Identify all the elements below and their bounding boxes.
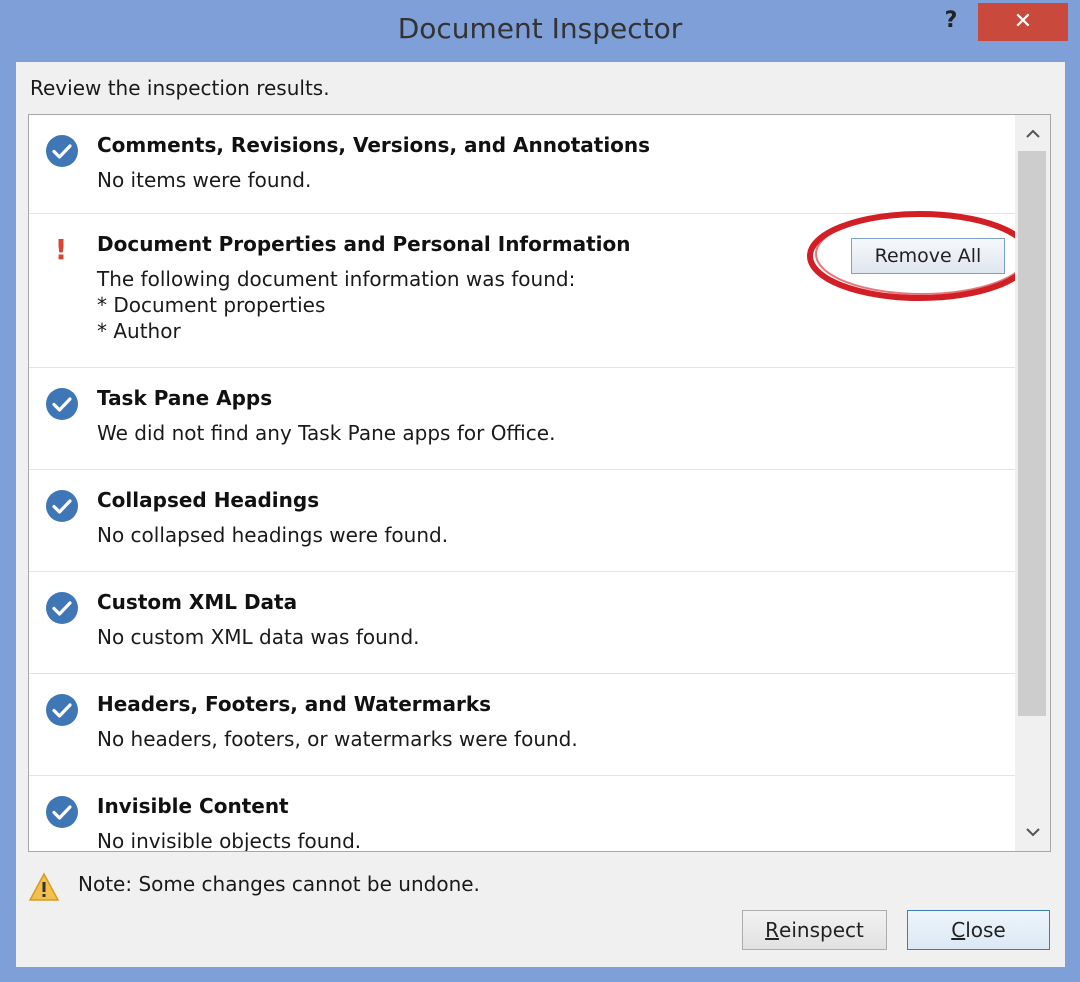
result-row: Invisible Content No invisible objects f… (29, 776, 1015, 852)
check-icon (46, 135, 78, 167)
detail-line: We did not find any Task Pane apps for O… (97, 421, 556, 445)
result-heading: Collapsed Headings (97, 488, 320, 512)
reinspect-button[interactable]: Reinspect (742, 910, 887, 950)
dialog-body: Review the inspection results. Comments,… (16, 62, 1065, 967)
check-icon (46, 694, 78, 726)
result-heading: Custom XML Data (97, 590, 298, 614)
vertical-scrollbar[interactable] (1015, 115, 1050, 851)
exclamation-icon: ! (54, 233, 68, 266)
help-button[interactable]: ? (936, 6, 966, 36)
result-detail: The following document information was f… (97, 266, 575, 344)
dialog-window: Document Inspector ? ✕ Review the inspec… (0, 0, 1080, 982)
result-row: ! Document Properties and Personal Infor… (29, 211, 1033, 368)
result-heading: Comments, Revisions, Versions, and Annot… (97, 133, 651, 157)
detail-line: No custom XML data was found. (97, 625, 420, 649)
detail-line: No headers, footers, or watermarks were … (97, 727, 578, 751)
check-icon (46, 796, 78, 828)
check-icon (46, 490, 78, 522)
result-heading: Headers, Footers, and Watermarks (97, 692, 492, 716)
result-row: Task Pane Apps We did not find any Task … (29, 368, 1015, 470)
result-row: Comments, Revisions, Versions, and Annot… (29, 115, 1015, 214)
result-detail: No collapsed headings were found. (97, 522, 448, 548)
result-row: Headers, Footers, and Watermarks No head… (29, 674, 1015, 776)
instructions-text: Review the inspection results. (30, 76, 330, 100)
result-heading: Document Properties and Personal Informa… (97, 232, 631, 256)
scroll-up-icon[interactable] (1015, 119, 1050, 149)
detail-line: No invisible objects found. (97, 829, 362, 852)
check-icon (46, 388, 78, 420)
close-label: lose (965, 918, 1006, 942)
result-detail: No invisible objects found. (97, 828, 362, 852)
results-list: Comments, Revisions, Versions, and Annot… (28, 114, 1051, 852)
result-row: Collapsed Headings No collapsed headings… (29, 470, 1015, 572)
detail-line: The following document information was f… (97, 267, 576, 291)
detail-line: * Document properties (97, 293, 326, 317)
close-mnemonic: C (951, 918, 966, 942)
result-detail: No headers, footers, or watermarks were … (97, 726, 578, 752)
reinspect-mnemonic: R (765, 918, 780, 942)
warning-triangle-icon (28, 872, 60, 906)
result-heading: Invisible Content (97, 794, 289, 818)
result-detail: No custom XML data was found. (97, 624, 420, 650)
scroll-thumb[interactable] (1018, 151, 1046, 716)
result-detail: No items were found. (97, 167, 311, 193)
scroll-down-icon[interactable] (1015, 817, 1050, 847)
note-area: Note: Some changes cannot be undone. (28, 870, 628, 904)
result-row: Custom XML Data No custom XML data was f… (29, 572, 1015, 674)
result-detail: We did not find any Task Pane apps for O… (97, 420, 555, 446)
check-icon (46, 592, 78, 624)
window-close-button[interactable]: ✕ (978, 3, 1068, 41)
reinspect-label: einspect (779, 918, 864, 942)
title-bar: Document Inspector ? ✕ (0, 0, 1080, 62)
note-text: Note: Some changes cannot be undone. (78, 872, 480, 896)
dialog-title: Document Inspector (397, 12, 683, 45)
detail-line: No collapsed headings were found. (97, 523, 449, 547)
remove-all-button[interactable]: Remove All (851, 238, 1005, 274)
detail-line: * Author (97, 319, 181, 343)
close-button[interactable]: Close (907, 910, 1050, 950)
result-heading: Task Pane Apps (97, 386, 273, 410)
detail-line: No items were found. (97, 168, 312, 192)
